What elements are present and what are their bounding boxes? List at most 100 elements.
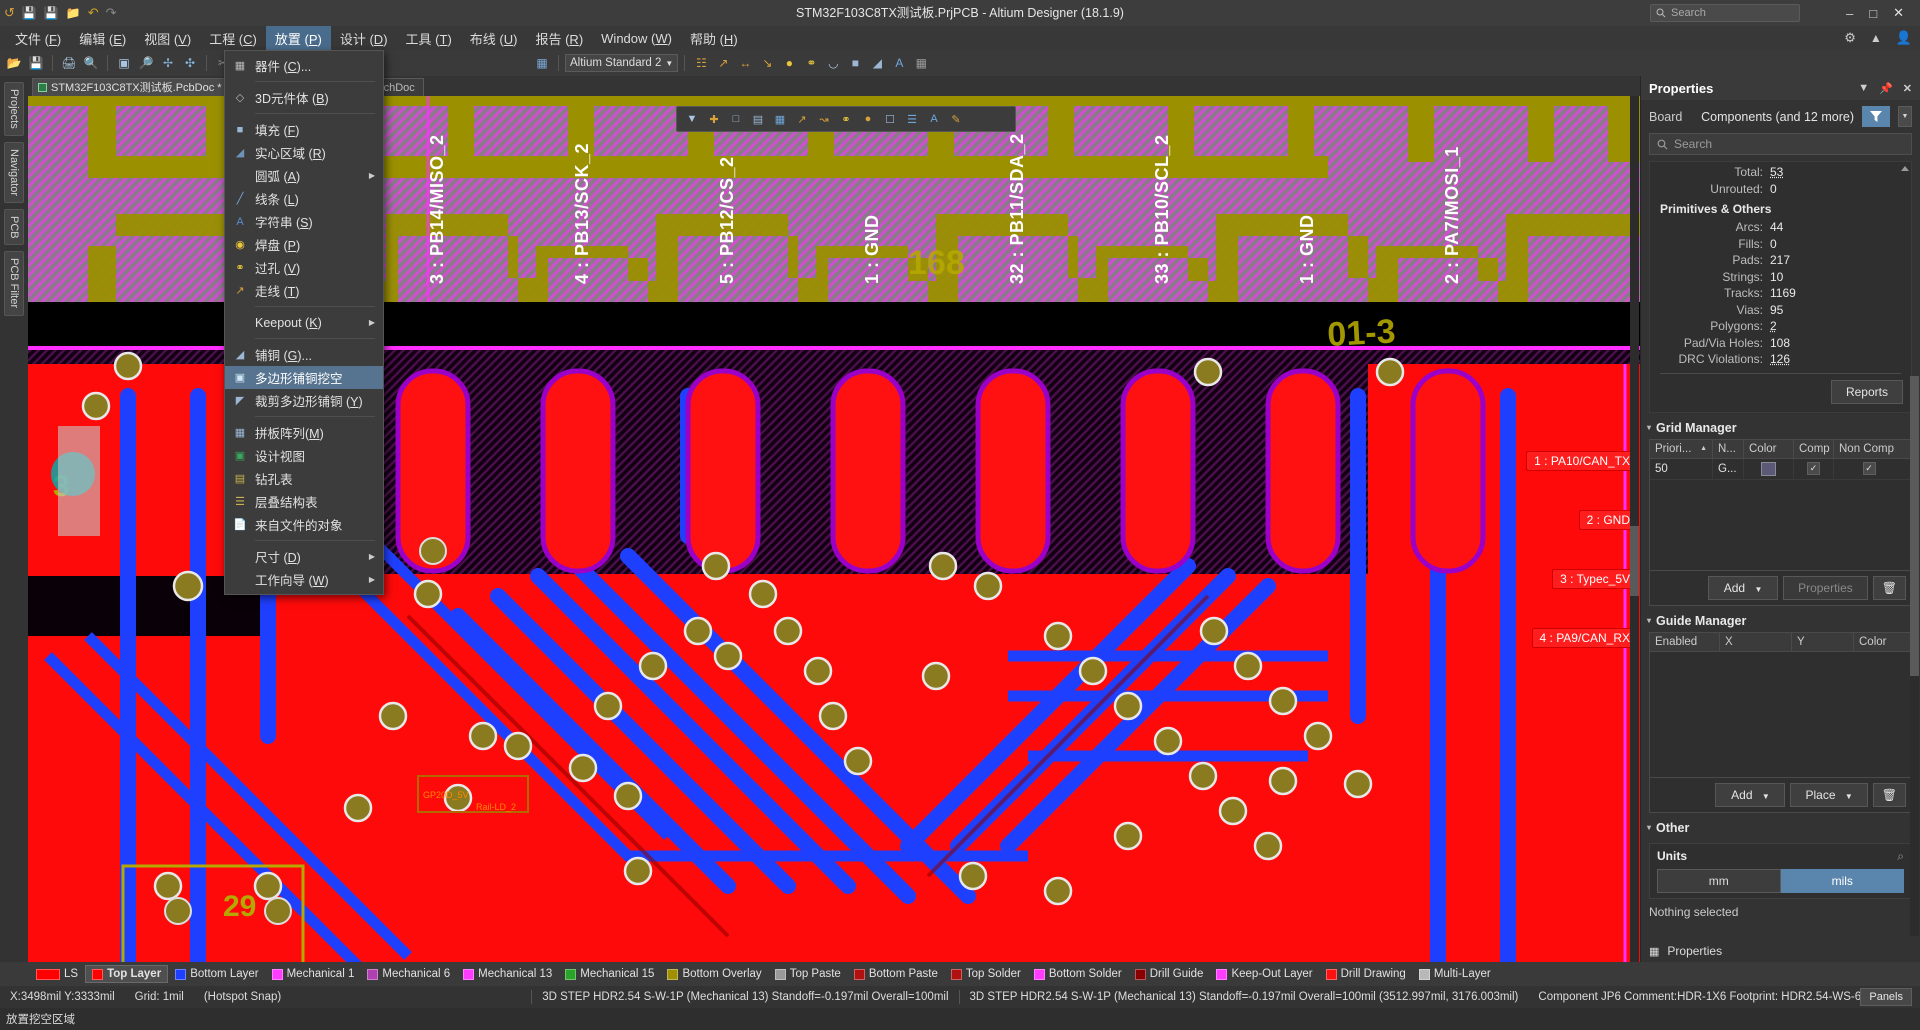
place-menu-item-18[interactable]: 📄来自文件的对象 [225, 513, 383, 536]
menu-item-9[interactable]: Window (W) [592, 28, 681, 49]
left-dock-tab-navigator[interactable]: Navigator [4, 142, 24, 203]
sort-asc-icon[interactable]: ▲ [1700, 445, 1707, 452]
grid-row-noncomp-checkbox[interactable]: ✓ [1863, 462, 1876, 475]
pencil-icon[interactable]: ✎ [947, 110, 965, 128]
filter-button[interactable] [1862, 106, 1890, 127]
close-icon[interactable]: ✕ [1903, 82, 1912, 95]
place-menu-item-11[interactable]: ◢铺铜 (G)... [225, 343, 383, 366]
layer-chip-mechanical-13[interactable]: Mechanical 13 [457, 966, 558, 982]
cross-probe-icon[interactable]: ✢ [158, 53, 178, 73]
units-option-mm[interactable]: mm [1657, 869, 1781, 893]
layer-chip-mechanical-15[interactable]: Mechanical 15 [559, 966, 660, 982]
chart-icon[interactable]: ☰ [903, 110, 921, 128]
menu-item-7[interactable]: 布线 (U) [461, 26, 527, 51]
grid-icon[interactable]: ▦ [771, 110, 789, 128]
canvas-scroll-thumb[interactable] [1630, 526, 1639, 596]
reports-button[interactable]: Reports [1831, 380, 1903, 404]
place-menu-item-2[interactable]: ■填充 (F) [225, 118, 383, 141]
global-search-input[interactable]: Search [1650, 4, 1800, 22]
menu-item-1[interactable]: 编辑 (E) [70, 26, 135, 51]
guide-delete-button[interactable]: 🗑 [1873, 783, 1906, 807]
place-menu-item-19[interactable]: 尺寸 (D)▶ [225, 545, 383, 568]
left-dock-tab-pcb[interactable]: PCB [4, 209, 24, 246]
menu-item-0[interactable]: 文件 (F) [6, 26, 70, 51]
place-menu-item-16[interactable]: ▤钻孔表 [225, 467, 383, 490]
string-icon[interactable]: A [925, 110, 943, 128]
guide-manager-heading[interactable]: ▾ Guide Manager [1641, 606, 1920, 632]
layer-chip-drill-drawing[interactable]: Drill Drawing [1320, 966, 1412, 982]
via-icon[interactable]: ⚭ [801, 53, 821, 73]
hatch-icon[interactable]: ☷ [691, 53, 711, 73]
open-folder-icon[interactable]: 📂 [4, 53, 24, 73]
via-icon[interactable]: ⚭ [837, 110, 855, 128]
document-tab-0[interactable]: STM32F103C8TX测试板.PcbDoc * [32, 78, 231, 96]
layer-set-chip[interactable]: LS [30, 966, 84, 982]
grid-add-button[interactable]: Add ▼ [1708, 576, 1778, 600]
place-menu-item-20[interactable]: 工作向导 (W)▶ [225, 568, 383, 591]
menu-item-4[interactable]: 放置 (P) [266, 26, 331, 51]
menu-item-8[interactable]: 报告 (R) [526, 26, 592, 51]
user-account-icon[interactable]: 👤 [1896, 30, 1912, 46]
board-style-combo[interactable]: Altium Standard 2 ▼ [565, 54, 678, 72]
place-menu-item-13[interactable]: ◤裁剪多边形铺铜 (Y) [225, 389, 383, 412]
filter-dropdown-button[interactable]: ▼ [1898, 106, 1912, 127]
place-menu-dropdown[interactable]: ▦器件 (C)...◇3D元件体 (B)■填充 (F)◢实心区域 (R)圆弧 (… [224, 50, 384, 595]
chevron-down-icon[interactable]: ▼ [1858, 82, 1869, 94]
pin-icon[interactable]: 📌 [1879, 82, 1893, 95]
layer-chip-top-paste[interactable]: Top Paste [769, 966, 847, 982]
cross-select-icon[interactable]: ✣ [180, 53, 200, 73]
route-icon[interactable]: ↗ [713, 53, 733, 73]
left-dock-tab-projects[interactable]: Projects [4, 82, 24, 136]
pcb-floating-toolbar[interactable]: ▼ ✚ □ ▤ ▦ ↗ ↝ ⚭ ● ☐ ☰ A ✎ [676, 106, 1016, 132]
menu-item-3[interactable]: 工程 (C) [200, 26, 266, 51]
board-icon[interactable]: ▦ [532, 53, 552, 73]
layer-chip-bottom-overlay[interactable]: Bottom Overlay [661, 966, 767, 982]
guide-place-button[interactable]: Place ▼ [1790, 783, 1867, 807]
place-menu-item-1[interactable]: ◇3D元件体 (B) [225, 86, 383, 109]
save-icon[interactable]: 💾 [26, 53, 46, 73]
place-menu-item-5[interactable]: ╱线条 (L) [225, 187, 383, 210]
layer-chip-multi-layer[interactable]: Multi-Layer [1413, 966, 1497, 982]
stats-scrollbar[interactable] [1901, 164, 1909, 414]
units-option-mils[interactable]: mils [1781, 869, 1905, 893]
properties-vertical-scrollbar[interactable] [1910, 376, 1919, 936]
minimize-button[interactable]: – [1846, 6, 1853, 21]
save-icon[interactable]: 💾 [22, 6, 37, 20]
layers-icon[interactable]: ▤ [749, 110, 767, 128]
save-all-icon[interactable]: 💾 [44, 6, 59, 20]
plus-icon[interactable]: ✚ [705, 110, 723, 128]
place-menu-item-6[interactable]: A字符串 (S) [225, 210, 383, 233]
pad-icon[interactable]: ● [779, 53, 799, 73]
filter-icon[interactable]: ▼ [683, 110, 701, 128]
grid-properties-button[interactable]: Properties [1783, 576, 1868, 600]
fill-icon[interactable]: ■ [845, 53, 865, 73]
search-icon[interactable]: ⌕ [1897, 849, 1904, 864]
route-icon[interactable]: ↗ [793, 110, 811, 128]
arc-icon[interactable]: ◡ [823, 53, 843, 73]
rule-icon[interactable]: ☐ [881, 110, 899, 128]
scroll-up-arrow-icon[interactable] [1901, 166, 1909, 171]
stat-value[interactable]: 126 [1770, 351, 1790, 368]
place-menu-item-10[interactable]: Keepout (K)▶ [225, 311, 383, 334]
place-menu-item-12[interactable]: ▣多边形铺铜挖空 [225, 366, 383, 389]
layer-chip-bottom-layer[interactable]: Bottom Layer [169, 966, 264, 982]
print-icon[interactable]: 🖨 [59, 53, 79, 73]
place-menu-item-8[interactable]: ⚭过孔 (V) [225, 256, 383, 279]
other-heading[interactable]: ▾ Other [1641, 813, 1920, 839]
undo-icon[interactable]: ↶ [88, 5, 99, 21]
place-menu-item-17[interactable]: ☰层叠结构表 [225, 490, 383, 513]
close-button[interactable]: ✕ [1893, 5, 1904, 21]
print-preview-icon[interactable]: 🔍 [81, 53, 101, 73]
canvas-vertical-scrollbar[interactable] [1630, 96, 1639, 966]
left-dock-tab-pcb-filter[interactable]: PCB Filter [4, 251, 24, 315]
menu-item-2[interactable]: 视图 (V) [135, 26, 200, 51]
settings-gear-icon[interactable]: ⚙ [1844, 30, 1856, 46]
guide-add-button[interactable]: Add ▼ [1715, 783, 1785, 807]
properties-search-input[interactable]: Search [1649, 133, 1912, 155]
table-row[interactable]: 50 G... ✓ ✓ [1650, 459, 1911, 480]
grid-row-color-swatch[interactable] [1761, 462, 1776, 476]
stat-value[interactable]: 53 [1770, 164, 1783, 181]
component-icon[interactable]: ▦ [911, 53, 931, 73]
pad-icon[interactable]: ● [859, 110, 877, 128]
place-menu-item-7[interactable]: ◉焊盘 (P) [225, 233, 383, 256]
